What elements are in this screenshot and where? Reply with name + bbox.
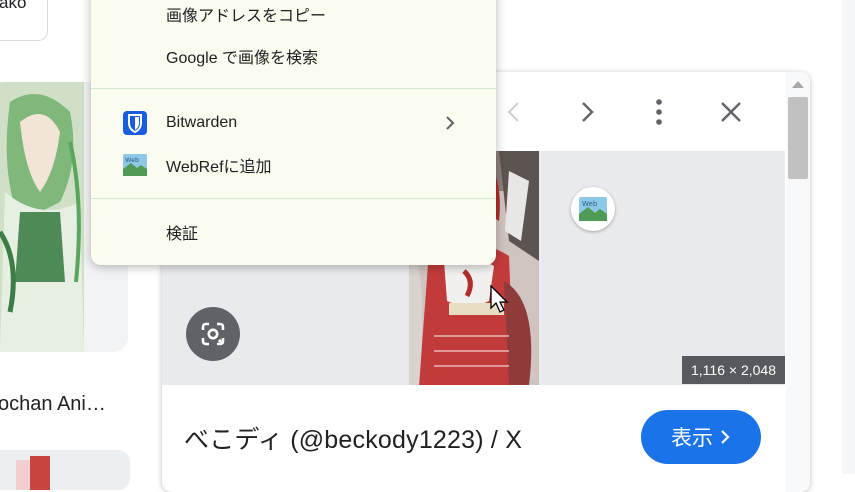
- result-title[interactable]: ochan Ani…: [0, 393, 106, 416]
- page-scroll-gutter: [842, 0, 855, 474]
- next-button[interactable]: [567, 92, 607, 132]
- menu-item-label: 検証: [166, 226, 199, 243]
- svg-text:Web: Web: [125, 156, 139, 164]
- source-page-title[interactable]: べこディ (@beckody1223) / X: [184, 420, 522, 456]
- chevron-right-icon: [582, 102, 594, 122]
- menu-item-label: Google で画像を検索: [166, 50, 319, 67]
- chevron-right-icon: [721, 430, 730, 444]
- visit-button-label: 表示: [671, 427, 713, 450]
- image-dimensions-badge: 1,116 × 2,048: [682, 356, 785, 384]
- more-vert-icon: [656, 99, 662, 125]
- webref-icon: Web: [579, 197, 607, 221]
- webref-icon: Web: [123, 154, 147, 176]
- close-button[interactable]: [711, 92, 751, 132]
- menu-item-copy-image-address[interactable]: 画像アドレスをコピー: [91, 0, 496, 34]
- menu-separator: [91, 198, 496, 199]
- menu-item-inspect[interactable]: 検証: [91, 212, 496, 252]
- menu-item-label: 画像アドレスをコピー: [166, 8, 327, 25]
- thumbnail-image: [0, 82, 84, 352]
- search-chip-label: ako: [0, 0, 27, 12]
- menu-item-label: WebRefに追加: [166, 159, 272, 176]
- svg-text:Web: Web: [582, 200, 598, 208]
- webref-button[interactable]: Web: [571, 187, 615, 231]
- more-options-button[interactable]: [639, 92, 679, 132]
- scroll-up-arrow-icon[interactable]: [792, 81, 804, 88]
- bitwarden-shield-icon: [123, 111, 147, 135]
- thumbnail-image-2: [0, 450, 130, 490]
- menu-item-webref-add[interactable]: Web WebRefに追加: [91, 145, 496, 185]
- chevron-left-icon: [507, 102, 519, 122]
- menu-separator: [91, 88, 496, 89]
- menu-item-search-image-google[interactable]: Google で画像を検索: [91, 36, 496, 76]
- menu-item-bitwarden[interactable]: Bitwarden: [91, 103, 496, 143]
- search-chip[interactable]: ako: [0, 0, 48, 41]
- lens-search-button[interactable]: [186, 307, 240, 361]
- submenu-chevron-icon: [446, 116, 455, 130]
- google-lens-icon: [201, 322, 225, 346]
- previous-button[interactable]: [494, 92, 534, 132]
- result-thumbnail-2[interactable]: [0, 450, 130, 490]
- menu-item-label: Bitwarden: [166, 114, 238, 131]
- context-menu: 画像アドレスをコピー Google で画像を検索 Bitwarden Web W…: [91, 0, 496, 265]
- close-icon: [721, 102, 741, 122]
- visit-button[interactable]: 表示: [641, 410, 761, 464]
- scrollbar-thumb[interactable]: [788, 97, 808, 179]
- mouse-cursor-icon: [490, 285, 509, 313]
